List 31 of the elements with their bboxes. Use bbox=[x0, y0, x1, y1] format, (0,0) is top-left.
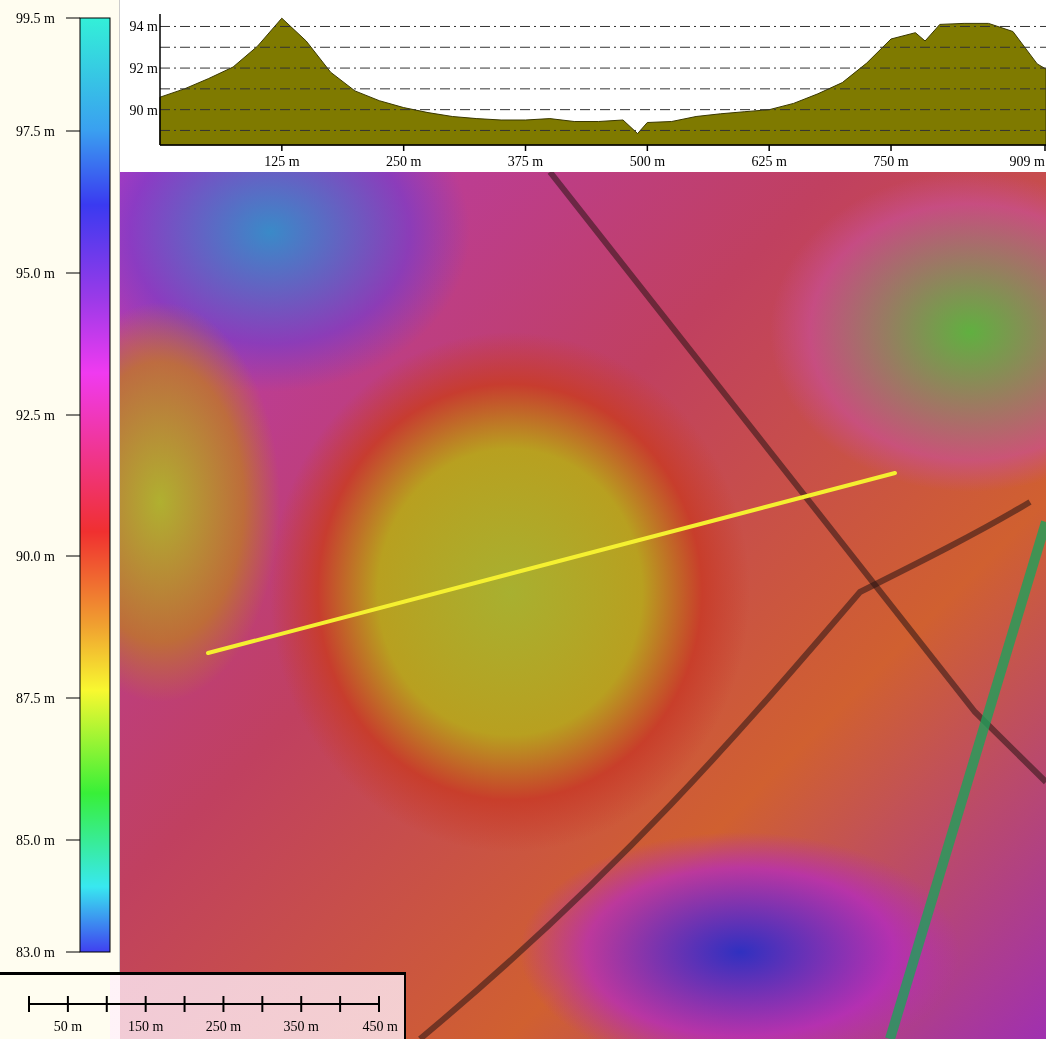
x-axis-label: 375 m bbox=[507, 154, 544, 169]
scale-label: 450 m bbox=[362, 1019, 398, 1034]
scale-label: 250 m bbox=[205, 1019, 242, 1034]
tick-mark bbox=[65, 17, 81, 19]
x-axis-label: 500 m bbox=[629, 154, 666, 169]
legend-label: 97.5 m bbox=[16, 124, 55, 139]
x-axis-label: 125 m bbox=[264, 154, 300, 169]
x-axis-label: 909 m bbox=[1009, 154, 1045, 169]
legend-label: 95.0 m bbox=[16, 266, 55, 281]
tick-mark bbox=[65, 414, 81, 416]
scale-label: 50 m bbox=[53, 1019, 83, 1034]
legend-label: 90.0 m bbox=[16, 549, 55, 564]
legend-label: 99.5 m bbox=[16, 11, 55, 26]
tick-mark bbox=[65, 555, 81, 557]
legend-label: 87.5 m bbox=[16, 691, 55, 706]
x-axis-label: 250 m bbox=[386, 154, 422, 169]
scale-label: 350 m bbox=[283, 1019, 319, 1034]
y-axis-label: 94 m bbox=[129, 19, 158, 35]
tick-mark bbox=[65, 272, 81, 274]
legend-label: 83.0 m bbox=[16, 945, 55, 960]
legend-label: 85.0 m bbox=[16, 833, 55, 848]
scale-label: 150 m bbox=[127, 1019, 164, 1034]
legend-label: 92.5 m bbox=[16, 408, 55, 423]
y-axis-label: 90 m bbox=[129, 102, 158, 118]
tick-mark bbox=[65, 697, 81, 699]
x-axis-label: 750 m bbox=[873, 154, 909, 169]
x-axis-label: 625 m bbox=[751, 154, 787, 169]
tick-mark bbox=[65, 130, 81, 132]
y-axis-label: 92 m bbox=[129, 61, 158, 77]
tick-mark bbox=[65, 951, 81, 953]
tick-mark bbox=[65, 839, 81, 841]
